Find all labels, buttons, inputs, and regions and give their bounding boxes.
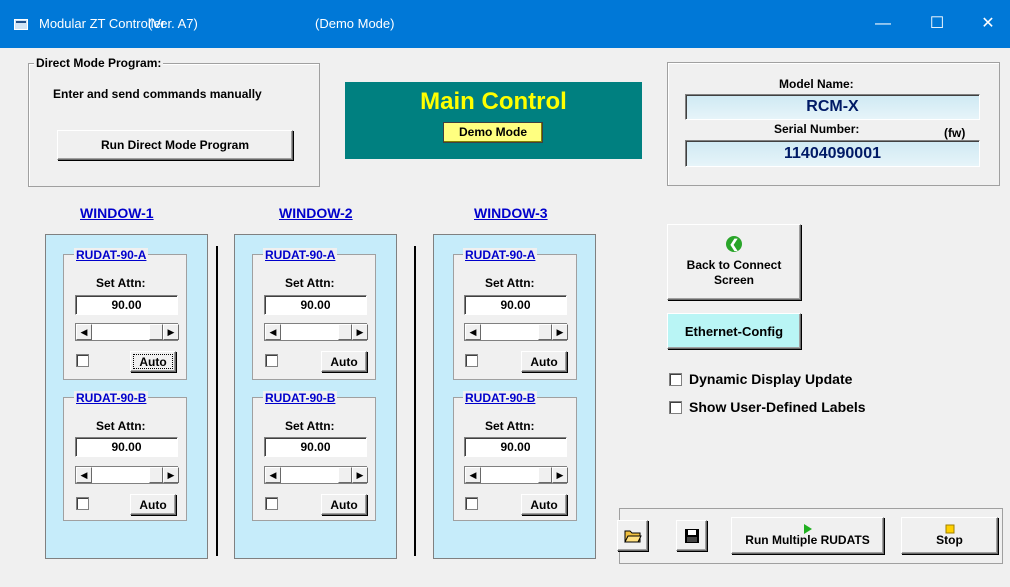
attn-value-field[interactable]: 90.00 — [75, 437, 178, 457]
attn-value-field[interactable]: 90.00 — [464, 437, 567, 457]
model-name-label: Model Name: — [779, 77, 854, 91]
back-to-connect-button[interactable]: ❮ Back to Connect Screen — [667, 224, 801, 300]
attn-scrollbar[interactable]: ◀ ▶ — [264, 466, 368, 484]
scroll-right-arrow-icon[interactable]: ▶ — [552, 324, 568, 340]
run-direct-mode-button[interactable]: Run Direct Mode Program — [57, 130, 293, 160]
stop-button[interactable]: Stop — [901, 517, 998, 554]
scroll-left-arrow-icon[interactable]: ◀ — [265, 467, 281, 483]
app-title: Modular ZT Controller — [39, 16, 166, 31]
run-multiple-label: Run Multiple RUDATS — [745, 533, 870, 547]
set-attn-label: Set Attn: — [285, 276, 335, 290]
ethernet-config-button[interactable]: Ethernet-Config — [667, 313, 801, 349]
attn-scrollbar[interactable]: ◀ ▶ — [75, 323, 179, 341]
scroll-right-arrow-icon[interactable]: ▶ — [163, 467, 179, 483]
scroll-thumb[interactable] — [149, 467, 163, 483]
direct-mode-group — [28, 63, 320, 187]
open-folder-button[interactable] — [617, 520, 648, 551]
set-attn-label: Set Attn: — [285, 419, 335, 433]
auto-button[interactable]: Auto — [130, 494, 176, 515]
run-multiple-rudats-button[interactable]: Run Multiple RUDATS — [731, 517, 884, 554]
attn-value-field[interactable]: 90.00 — [75, 295, 178, 315]
scroll-left-arrow-icon[interactable]: ◀ — [465, 467, 481, 483]
stop-label: Stop — [936, 533, 963, 547]
back-button-label-line2: Screen — [713, 273, 755, 287]
close-button[interactable]: ✕ — [965, 0, 1010, 48]
main-control-panel: Main Control Demo Mode — [345, 82, 642, 159]
auto-button[interactable]: Auto — [521, 494, 567, 515]
scroll-left-arrow-icon[interactable]: ◀ — [76, 467, 92, 483]
direct-mode-instruction: Enter and send commands manually — [53, 87, 262, 101]
channel-name-link[interactable]: RUDAT-90-B — [74, 391, 149, 405]
title-bar: Modular ZT Controller (Ver. A7) (Demo Mo… — [0, 0, 1010, 48]
model-name-field: RCM-X — [685, 94, 980, 120]
attn-scrollbar[interactable]: ◀ ▶ — [464, 466, 568, 484]
minimize-button[interactable]: — — [860, 0, 906, 48]
window-2-link[interactable]: WINDOW-2 — [279, 205, 353, 221]
auto-button[interactable]: Auto — [321, 351, 367, 372]
back-button-label-line1: Back to Connect — [686, 258, 782, 272]
attn-value-field[interactable]: 90.00 — [464, 295, 567, 315]
scroll-thumb[interactable] — [338, 467, 352, 483]
set-attn-label: Set Attn: — [485, 276, 535, 290]
attn-scrollbar[interactable]: ◀ ▶ — [75, 466, 179, 484]
scroll-right-arrow-icon[interactable]: ▶ — [552, 467, 568, 483]
auto-enable-checkbox[interactable] — [465, 497, 478, 510]
channel-name-link[interactable]: RUDAT-90-B — [463, 391, 538, 405]
scroll-right-arrow-icon[interactable]: ▶ — [352, 467, 368, 483]
set-attn-label: Set Attn: — [485, 419, 535, 433]
serial-number-field: 11404090001 — [685, 140, 980, 167]
set-attn-label: Set Attn: — [96, 419, 146, 433]
direct-mode-legend: Direct Mode Program: — [34, 56, 164, 70]
scroll-thumb[interactable] — [538, 324, 552, 340]
app-mode: (Demo Mode) — [315, 16, 395, 31]
maximize-button[interactable]: ☐ — [914, 0, 960, 48]
scroll-thumb[interactable] — [338, 324, 352, 340]
window-1-link[interactable]: WINDOW-1 — [80, 205, 154, 221]
auto-button[interactable]: Auto — [321, 494, 367, 515]
floppy-disk-icon — [684, 528, 699, 543]
dynamic-display-update-label[interactable]: Dynamic Display Update — [689, 371, 852, 387]
window-divider — [414, 246, 416, 556]
auto-enable-checkbox[interactable] — [76, 497, 89, 510]
scroll-right-arrow-icon[interactable]: ▶ — [163, 324, 179, 340]
channel-name-link[interactable]: RUDAT-90-B — [263, 391, 338, 405]
channel-name-link[interactable]: RUDAT-90-A — [463, 248, 538, 262]
attn-value-field[interactable]: 90.00 — [264, 295, 367, 315]
main-control-title: Main Control — [420, 88, 567, 115]
window-3-link[interactable]: WINDOW-3 — [474, 205, 548, 221]
show-user-labels-label[interactable]: Show User-Defined Labels — [689, 399, 866, 415]
channel-name-link[interactable]: RUDAT-90-A — [74, 248, 149, 262]
back-arrow-icon: ❮ — [726, 236, 742, 252]
channel-name-link[interactable]: RUDAT-90-A — [263, 248, 338, 262]
auto-enable-checkbox[interactable] — [265, 497, 278, 510]
attn-scrollbar[interactable]: ◀ ▶ — [264, 323, 368, 341]
attn-scrollbar[interactable]: ◀ ▶ — [464, 323, 568, 341]
auto-button[interactable]: Auto — [130, 351, 176, 372]
auto-enable-checkbox[interactable] — [265, 354, 278, 367]
set-attn-label: Set Attn: — [96, 276, 146, 290]
attn-value-field[interactable]: 90.00 — [264, 437, 367, 457]
scroll-left-arrow-icon[interactable]: ◀ — [76, 324, 92, 340]
auto-enable-checkbox[interactable] — [465, 354, 478, 367]
save-button[interactable] — [676, 520, 707, 551]
app-window-icon — [14, 19, 28, 30]
auto-enable-checkbox[interactable] — [76, 354, 89, 367]
app-version: (Ver. A7) — [148, 16, 198, 31]
scroll-thumb[interactable] — [538, 467, 552, 483]
window-divider — [216, 246, 218, 556]
scroll-left-arrow-icon[interactable]: ◀ — [465, 324, 481, 340]
serial-number-label: Serial Number: — [774, 122, 860, 136]
show-user-labels-checkbox[interactable] — [669, 401, 682, 414]
fw-label: (fw) — [944, 126, 966, 140]
auto-button[interactable]: Auto — [521, 351, 567, 372]
open-folder-icon — [623, 530, 642, 542]
scroll-thumb[interactable] — [149, 324, 163, 340]
dynamic-display-update-checkbox[interactable] — [669, 373, 682, 386]
scroll-right-arrow-icon[interactable]: ▶ — [352, 324, 368, 340]
demo-mode-badge: Demo Mode — [443, 122, 543, 143]
scroll-left-arrow-icon[interactable]: ◀ — [265, 324, 281, 340]
